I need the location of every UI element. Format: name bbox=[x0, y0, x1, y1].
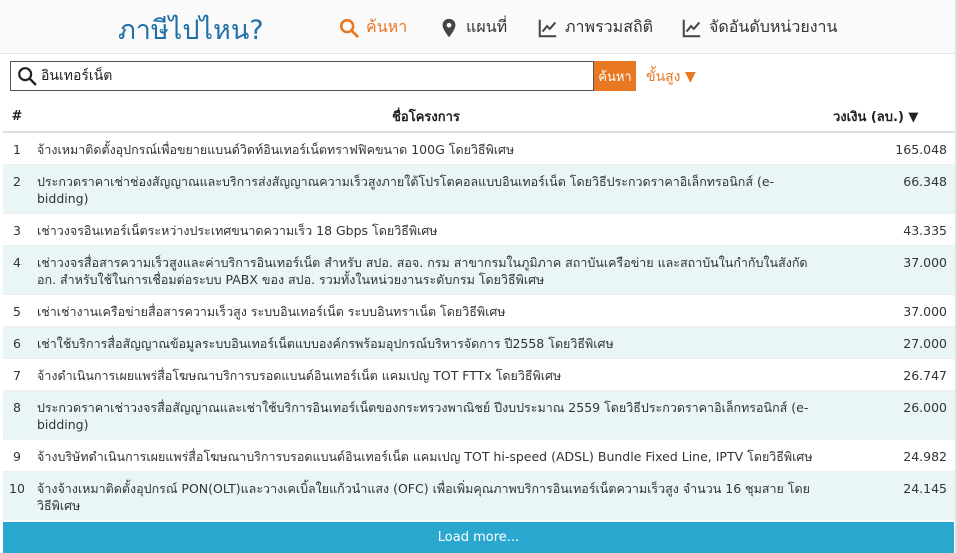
budget-amount: 27.000 bbox=[821, 326, 955, 359]
project-name[interactable]: ประกวดราคาเช่าวงจรสื่อสัญญาณและเช่าใช้บร… bbox=[31, 390, 821, 440]
row-number: 5 bbox=[3, 294, 31, 327]
table-row[interactable]: 10 จ้างจ้างเหมาติดตั้งอุปกรณ์ PON(OLT)และ… bbox=[3, 471, 955, 520]
search-icon bbox=[18, 67, 37, 86]
column-header-project-name: ชื่อโครงการ bbox=[31, 101, 821, 133]
line-chart-icon bbox=[538, 19, 557, 37]
row-number: 8 bbox=[3, 390, 31, 440]
column-header-number: # bbox=[3, 101, 31, 133]
nav-agency-ranking-label: จัดอันดับหน่วยงาน bbox=[709, 17, 838, 36]
line-chart-icon bbox=[682, 19, 701, 37]
budget-amount: 24.982 bbox=[821, 439, 955, 472]
results-table: # ชื่อโครงการ วงเงิน (ลบ.) ▼ 1 จ้างเหมาติ… bbox=[3, 101, 955, 520]
nav-search-label: ค้นหา bbox=[366, 17, 408, 36]
budget-amount: 66.348 bbox=[821, 164, 955, 214]
budget-amount: 26.000 bbox=[821, 390, 955, 440]
search-box bbox=[10, 61, 594, 91]
project-name[interactable]: เช่าวงจรสื่อสารความเร็วสูงและค่าบริการอิ… bbox=[31, 245, 821, 295]
project-name[interactable]: ประกวดราคาเช่าช่องสัญญาณและบริการส่งสัญญ… bbox=[31, 164, 821, 214]
project-name[interactable]: จ้างบริษัทดำเนินการเผยแพร่สื่อโฆษณาบริกา… bbox=[31, 439, 821, 472]
search-button[interactable]: ค้นหา bbox=[594, 61, 636, 91]
column-header-budget[interactable]: วงเงิน (ลบ.) ▼ bbox=[821, 101, 955, 133]
project-name[interactable]: จ้างเหมาติดตั้งอุปกรณ์เพื่อขยายแบนด์วิดท… bbox=[31, 131, 821, 165]
table-row[interactable]: 8 ประกวดราคาเช่าวงจรสื่อสัญญาณและเช่าใช้บ… bbox=[3, 390, 955, 440]
project-name[interactable]: เช่าใช้บริการสื่อสัญญาณข้อมูลระบบอินเทอร… bbox=[31, 326, 821, 359]
budget-amount: 165.048 bbox=[821, 131, 955, 165]
table-row[interactable]: 2 ประกวดราคาเช่าช่องสัญญาณและบริการส่งสัญ… bbox=[3, 164, 955, 214]
project-name[interactable]: จ้างดำเนินการเผยแพร่สื่อโฆษณาบริการบรอดแ… bbox=[31, 358, 821, 391]
load-more-button[interactable]: Load more... bbox=[3, 522, 954, 553]
row-number: 2 bbox=[3, 164, 31, 214]
table-row[interactable]: 6 เช่าใช้บริการสื่อสัญญาณข้อมูลระบบอินเทอ… bbox=[3, 326, 955, 359]
budget-amount: 37.000 bbox=[821, 245, 955, 295]
budget-amount: 24.145 bbox=[821, 471, 955, 520]
row-number: 10 bbox=[3, 471, 31, 520]
row-number: 9 bbox=[3, 439, 31, 472]
nav-map[interactable]: แผนที่ bbox=[438, 15, 507, 40]
row-number: 6 bbox=[3, 326, 31, 359]
table-row[interactable]: 9 จ้างบริษัทดำเนินการเผยแพร่สื่อโฆษณาบริก… bbox=[3, 439, 955, 472]
nav-statistics[interactable]: ภาพรวมสถิติ bbox=[537, 15, 653, 40]
row-number: 1 bbox=[3, 131, 31, 165]
search-icon bbox=[339, 18, 359, 38]
row-number: 7 bbox=[3, 358, 31, 391]
nav-search[interactable]: ค้นหา bbox=[338, 15, 407, 40]
table-row[interactable]: 5 เช่าเช่างานเครือข่ายสื่อสารความเร็วสูง … bbox=[3, 294, 955, 327]
table-row[interactable]: 4 เช่าวงจรสื่อสารความเร็วสูงและค่าบริการอ… bbox=[3, 245, 955, 295]
top-navbar: ภาษีไปไหน? ค้นหา แผนที่ ภาพรวมสถิติ จัดอ… bbox=[0, 0, 957, 54]
budget-amount: 37.000 bbox=[821, 294, 955, 327]
nav-map-label: แผนที่ bbox=[466, 17, 508, 36]
site-logo[interactable]: ภาษีไปไหน? bbox=[118, 8, 264, 51]
budget-amount: 43.335 bbox=[821, 213, 955, 246]
map-pin-icon bbox=[442, 18, 456, 37]
search-input[interactable] bbox=[38, 63, 578, 89]
project-name[interactable]: จ้างจ้างเหมาติดตั้งอุปกรณ์ PON(OLT)และวา… bbox=[31, 471, 821, 520]
nav-agency-ranking[interactable]: จัดอันดับหน่วยงาน bbox=[681, 15, 837, 40]
project-name[interactable]: เช่าวงจรอินเทอร์เน็ตระหว่างประเทศขนาดควา… bbox=[31, 213, 821, 246]
table-row[interactable]: 1 จ้างเหมาติดตั้งอุปกรณ์เพื่อขยายแบนด์วิด… bbox=[3, 131, 955, 165]
advanced-toggle[interactable]: ขั้นสูง ▼ bbox=[646, 66, 696, 88]
budget-amount: 26.747 bbox=[821, 358, 955, 391]
row-number: 4 bbox=[3, 245, 31, 295]
table-row[interactable]: 3 เช่าวงจรอินเทอร์เน็ตระหว่างประเทศขนาดคว… bbox=[3, 213, 955, 246]
project-name[interactable]: เช่าเช่างานเครือข่ายสื่อสารความเร็วสูง ร… bbox=[31, 294, 821, 327]
nav-statistics-label: ภาพรวมสถิติ bbox=[565, 17, 654, 36]
table-row[interactable]: 7 จ้างดำเนินการเผยแพร่สื่อโฆษณาบริการบรอด… bbox=[3, 358, 955, 391]
row-number: 3 bbox=[3, 213, 31, 246]
